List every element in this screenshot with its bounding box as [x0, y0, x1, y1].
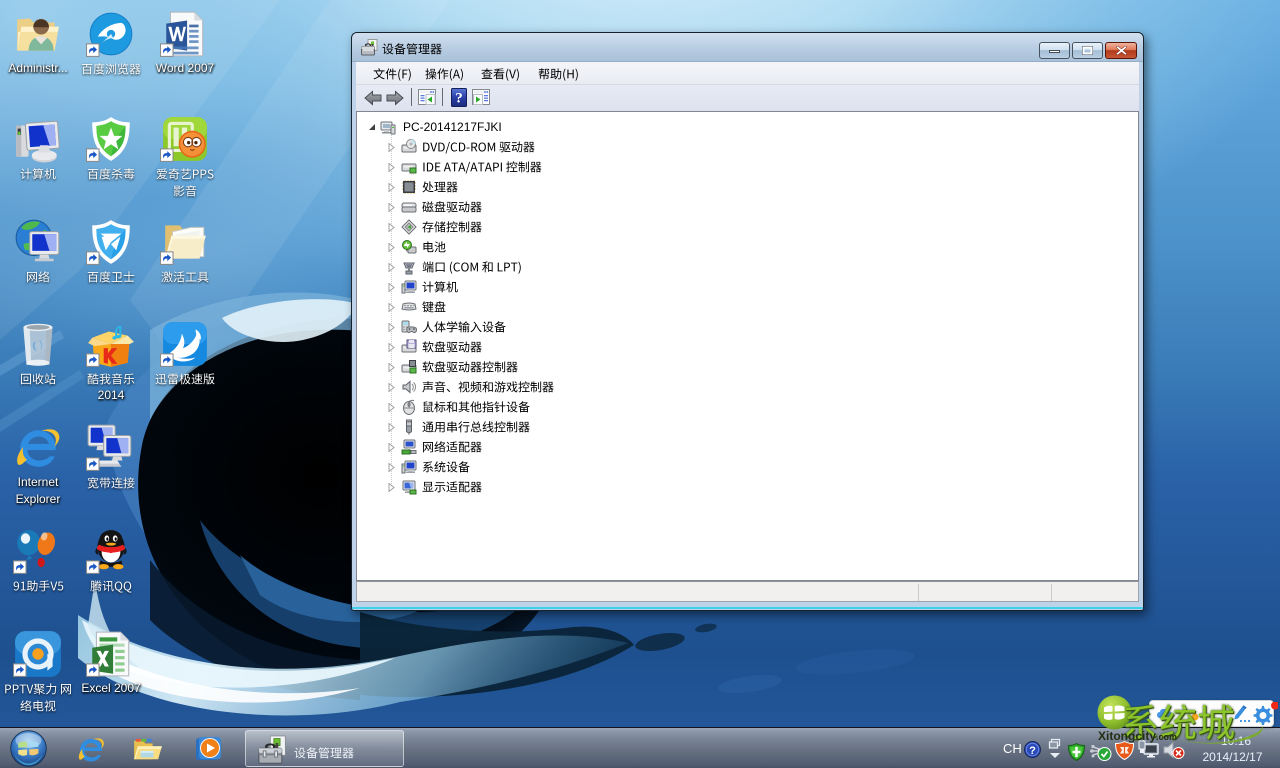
- svg-text:?: ?: [1029, 745, 1036, 757]
- svg-text:?: ?: [455, 91, 463, 107]
